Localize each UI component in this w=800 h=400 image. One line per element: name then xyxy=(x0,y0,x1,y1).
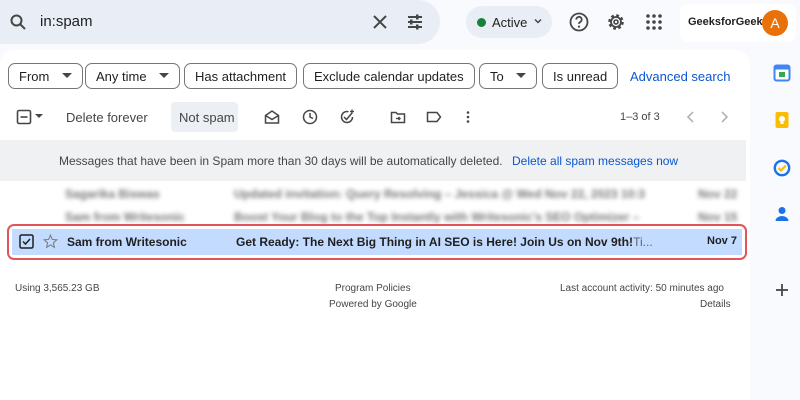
pagination-count: 1–3 of 3 xyxy=(620,111,660,123)
email-subject: Get Ready: The Next Big Thing in AI SEO … xyxy=(236,235,633,249)
mark-read-icon[interactable] xyxy=(264,109,280,125)
email-row[interactable]: Sagarika Biswas Updated invitation: Quer… xyxy=(0,183,746,205)
search-options-icon[interactable] xyxy=(406,13,424,31)
email-row-selected[interactable]: Sam from Writesonic Get Ready: The Next … xyxy=(7,224,747,260)
caret-down-icon xyxy=(61,73,72,78)
calendar-icon[interactable] xyxy=(773,64,791,82)
not-spam-button[interactable]: Not spam xyxy=(171,102,238,132)
mail-panel: From Any time Has attachment Exclude cal… xyxy=(0,50,750,400)
email-subject: Updated invitation: Query Resolving – Je… xyxy=(234,187,645,201)
chip-label: Is unread xyxy=(553,69,608,84)
email-date: Nov 22 xyxy=(698,187,738,201)
snooze-clock-icon[interactable] xyxy=(302,109,318,125)
search-input[interactable]: in:spam xyxy=(40,13,93,30)
tasks-icon[interactable] xyxy=(773,159,791,177)
delete-forever-button[interactable]: Delete forever xyxy=(66,110,148,125)
chip-label: Any time xyxy=(96,69,147,84)
filter-chip-time[interactable]: Any time xyxy=(85,63,181,89)
chip-label: To xyxy=(490,69,504,84)
chevron-left-icon[interactable] xyxy=(683,109,699,125)
storage-usage: Using 3,565.23 GB xyxy=(15,283,100,294)
caret-down-icon xyxy=(516,73,527,78)
status-dot xyxy=(477,18,486,27)
not-spam-label: Not spam xyxy=(179,110,235,125)
select-checkbox-icon[interactable] xyxy=(16,109,32,125)
close-icon[interactable] xyxy=(371,13,389,31)
chip-label: Exclude calendar updates xyxy=(314,69,464,84)
filter-chip-attachment[interactable]: Has attachment xyxy=(184,63,298,89)
gear-icon[interactable] xyxy=(606,12,626,32)
last-activity-text: Last account activity: 50 minutes ago xyxy=(560,283,724,294)
chevron-right-icon[interactable] xyxy=(716,109,732,125)
search-bar[interactable]: in:spam xyxy=(0,0,440,44)
email-row-body[interactable]: Sam from Writesonic Get Ready: The Next … xyxy=(12,229,742,255)
help-icon[interactable] xyxy=(569,12,589,32)
more-vert-icon[interactable] xyxy=(460,109,476,125)
delete-all-spam-link[interactable]: Delete all spam messages now xyxy=(512,154,678,168)
spam-info-banner: Messages that have been in Spam more tha… xyxy=(0,140,746,181)
filter-chip-from[interactable]: From xyxy=(8,63,83,89)
program-policies-link[interactable]: Program Policies xyxy=(335,283,411,294)
email-subject: Boost Your Blog to the Top Instantly wit… xyxy=(234,210,640,224)
add-icon[interactable] xyxy=(773,281,791,299)
filter-chip-to[interactable]: To xyxy=(479,63,538,89)
details-link[interactable]: Details xyxy=(700,299,731,310)
email-sender: Sam from Writesonic xyxy=(65,210,185,224)
status-label: Active xyxy=(492,15,528,30)
banner-message: Messages that have been in Spam more tha… xyxy=(59,154,503,168)
checked-checkbox-icon[interactable] xyxy=(19,234,34,249)
search-icon[interactable] xyxy=(10,14,26,30)
email-sender: Sam from Writesonic xyxy=(67,235,187,249)
chip-label: Has attachment xyxy=(195,69,287,84)
chevron-down-icon xyxy=(534,18,542,24)
email-sender: Sagarika Biswas xyxy=(65,187,160,201)
filter-chip-unread[interactable]: Is unread xyxy=(542,63,619,89)
brand-logo: GeeksforGeeks xyxy=(688,16,769,28)
account-switcher[interactable]: GeeksforGeeks A xyxy=(680,4,796,42)
email-date: Nov 7 xyxy=(707,235,737,247)
apps-grid-icon[interactable] xyxy=(644,12,664,32)
caret-down-icon[interactable] xyxy=(34,110,44,122)
filter-chip-calendar[interactable]: Exclude calendar updates xyxy=(303,63,475,89)
keep-icon[interactable] xyxy=(773,111,791,129)
advanced-search-link[interactable]: Advanced search xyxy=(630,69,730,84)
add-task-icon[interactable] xyxy=(339,109,355,125)
email-snippet: - Ti... xyxy=(626,235,653,249)
status-selector[interactable]: Active xyxy=(466,6,552,38)
chip-label: From xyxy=(19,69,50,84)
star-icon[interactable] xyxy=(43,234,58,249)
label-icon[interactable] xyxy=(426,109,442,125)
move-to-folder-icon[interactable] xyxy=(390,109,406,125)
contacts-icon[interactable] xyxy=(773,205,791,223)
powered-by-text: Powered by Google xyxy=(329,299,417,310)
caret-down-icon xyxy=(159,73,170,78)
avatar[interactable]: A xyxy=(762,10,788,36)
email-date: Nov 15 xyxy=(698,210,738,224)
